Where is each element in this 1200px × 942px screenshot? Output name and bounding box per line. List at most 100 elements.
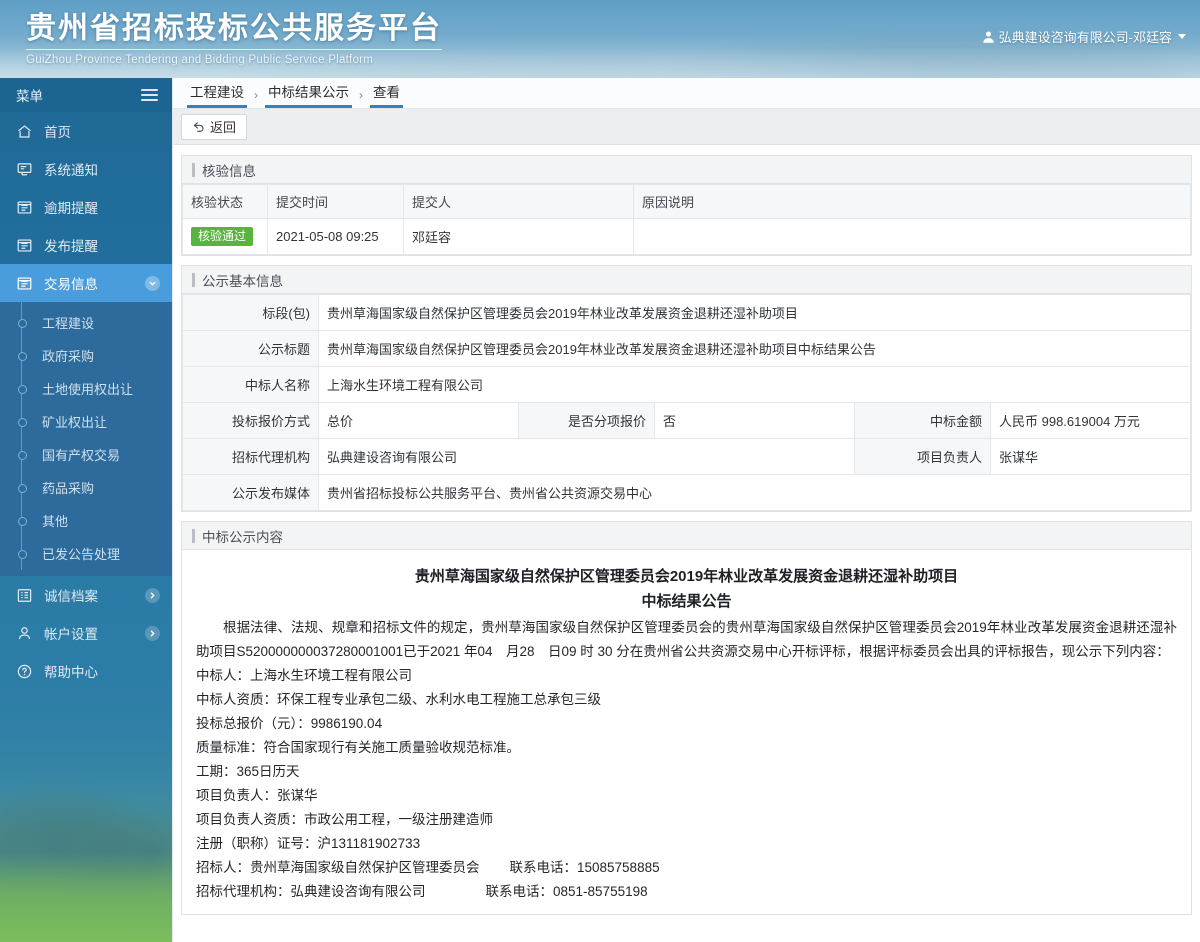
label-winner: 中标人名称 — [182, 366, 319, 403]
title-divider — [26, 49, 442, 50]
announcement-panel: 中标公示内容 贵州草海国家级自然保护区管理委员会2019年林业改革发展资金退耕还… — [181, 521, 1192, 915]
list-box-icon — [16, 199, 33, 216]
sidebar-scenery-photo — [0, 680, 172, 942]
chevron-down-icon[interactable] — [145, 275, 160, 291]
value-winner: 上海水生环境工程有限公司 — [318, 366, 1191, 403]
sidebar-subitem-label: 矿业权出让 — [42, 415, 108, 430]
site-title-en: GuiZhou Province Tendering and Bidding P… — [26, 54, 374, 66]
sidebar-item-system-notice[interactable]: 系统通知 — [0, 150, 172, 188]
sidebar-item-label: 交易信息 — [44, 277, 98, 292]
panel-accent-bar — [192, 528, 195, 543]
value-media: 贵州省招标投标公共服务平台、贵州省公共资源交易中心 — [318, 474, 1191, 511]
sidebar-item-overdue-reminder[interactable]: 逾期提醒 — [0, 188, 172, 226]
cell-submitter: 邓廷容 — [403, 218, 634, 255]
announcement-line: 工期：365日历天 — [196, 764, 300, 779]
sidebar-item-label: 诚信档案 — [44, 589, 98, 604]
sidebar-item-label: 帮助中心 — [44, 665, 98, 680]
sidebar-subitem-drug-procurement[interactable]: 药品采购 — [0, 471, 172, 504]
sidebar-item-publish-reminder[interactable]: 发布提醒 — [0, 226, 172, 264]
sidebar-subitem-land-use-rights[interactable]: 土地使用权出让 — [0, 372, 172, 405]
site-title-cn: 贵州省招标投标公共服务平台 — [26, 12, 442, 45]
verification-table: 核验状态 提交时间 提交人 原因说明 核验通过 2021-05-08 09:25… — [182, 184, 1191, 255]
content-area: 核验信息 核验状态 提交时间 提交人 原因说明 核验通过 2021-05-08 … — [173, 145, 1200, 942]
announcement-line: 招标人：贵州草海国家级自然保护区管理委员会 联系电话：15085758885 — [196, 860, 660, 875]
announcement-line: 招标代理机构：弘典建设咨询有限公司 联系电话：0851-85755198 — [196, 884, 648, 899]
table-row: 标段(包) 贵州草海国家级自然保护区管理委员会2019年林业改革发展资金退耕还湿… — [182, 294, 1191, 331]
label-itemized: 是否分项报价 — [518, 402, 655, 439]
user-name: 弘典建设咨询有限公司-邓廷容 — [998, 30, 1172, 45]
table-header-row: 核验状态 提交时间 提交人 原因说明 — [182, 184, 1191, 219]
announcement-paragraph: 根据法律、法规、规章和招标文件的规定，贵州草海国家级自然保护区管理委员会的贵州草… — [196, 620, 1177, 659]
sidebar-subitem-label: 已发公告处理 — [42, 547, 121, 562]
status-badge: 核验通过 — [191, 227, 254, 246]
basic-info-panel-header: 公示基本信息 — [182, 266, 1191, 294]
table-row: 公示标题 贵州草海国家级自然保护区管理委员会2019年林业改革发展资金退耕还湿补… — [182, 330, 1191, 367]
sidebar-subitem-label: 工程建设 — [42, 316, 95, 331]
sidebar-header: 菜单 — [0, 78, 172, 112]
announcement-title: 贵州草海国家级自然保护区管理委员会2019年林业改革发展资金退耕还湿补助项目 — [414, 568, 959, 585]
verification-panel-header: 核验信息 — [182, 156, 1191, 184]
user-menu[interactable]: 弘典建设咨询有限公司-邓廷容 — [982, 27, 1186, 46]
value-itemized: 否 — [654, 402, 855, 439]
sidebar-subitem-state-property[interactable]: 国有产权交易 — [0, 438, 172, 471]
sidebar-item-label: 首页 — [44, 125, 71, 140]
label-notice-title: 公示标题 — [182, 330, 319, 367]
sidebar-item-account-settings[interactable]: 帐户设置 — [0, 614, 172, 652]
monitor-icon — [16, 161, 33, 178]
sidebar-subitem-gov-procurement[interactable]: 政府采购 — [0, 339, 172, 372]
sidebar-subitem-published-notices[interactable]: 已发公告处理 — [0, 537, 172, 570]
label-amount: 中标金额 — [854, 402, 991, 439]
breadcrumb-item-view[interactable]: 查看 — [370, 84, 403, 108]
sidebar-item-help-center[interactable]: 帮助中心 — [0, 652, 172, 690]
breadcrumb-separator: › — [359, 88, 363, 102]
column-header-submit-time: 提交时间 — [267, 184, 404, 219]
hamburger-icon[interactable] — [141, 86, 158, 104]
label-section: 标段(包) — [182, 294, 319, 331]
toolbar: 返回 — [173, 109, 1200, 145]
sidebar-item-transaction-info[interactable]: 交易信息 — [0, 264, 172, 302]
announcement-subtitle: 中标结果公告 — [641, 593, 732, 610]
user-icon — [982, 30, 995, 44]
user-icon — [16, 625, 33, 642]
column-header-reason: 原因说明 — [633, 184, 1191, 219]
verification-panel: 核验信息 核验状态 提交时间 提交人 原因说明 核验通过 2021-05-08 … — [181, 155, 1192, 256]
announcement-line: 投标总报价（元）：9986190.04 — [196, 716, 383, 731]
table-row: 公示发布媒体 贵州省招标投标公共服务平台、贵州省公共资源交易中心 — [182, 474, 1191, 511]
sidebar: 菜单 首页 系统通知 逾期提醒 发布提醒 交易信息 工程建设 政府采购 土地使用… — [0, 78, 172, 942]
sidebar-subitem-other[interactable]: 其他 — [0, 504, 172, 537]
sidebar-item-label: 系统通知 — [44, 163, 98, 178]
home-icon — [16, 123, 33, 140]
panel-accent-bar — [192, 272, 195, 287]
cell-submit-time: 2021-05-08 09:25 — [267, 218, 404, 255]
back-button[interactable]: 返回 — [181, 113, 248, 140]
sidebar-subitem-label: 国有产权交易 — [42, 448, 121, 463]
sidebar-item-home[interactable]: 首页 — [0, 112, 172, 150]
sidebar-subitem-label: 药品采购 — [42, 481, 95, 496]
label-media: 公示发布媒体 — [182, 474, 319, 511]
sidebar-subitem-engineering[interactable]: 工程建设 — [0, 306, 172, 339]
announcement-line: 中标人资质：环保工程专业承包二级、水利水电工程施工总承包三级 — [196, 692, 601, 707]
panel-title: 中标公示内容 — [202, 529, 283, 545]
archive-icon — [16, 587, 33, 604]
chevron-right-icon[interactable] — [145, 625, 160, 641]
chevron-right-icon[interactable] — [145, 587, 160, 603]
cell-reason — [633, 218, 1191, 255]
sidebar-item-credit-archive[interactable]: 诚信档案 — [0, 576, 172, 614]
sidebar-nav: 首页 系统通知 逾期提醒 发布提醒 交易信息 工程建设 政府采购 土地使用权出让… — [0, 112, 172, 690]
breadcrumb-item-bid-result-notice[interactable]: 中标结果公示 — [265, 84, 352, 108]
sidebar-item-label: 发布提醒 — [44, 239, 98, 254]
back-button-label: 返回 — [210, 120, 237, 135]
site-header: 贵州省招标投标公共服务平台 GuiZhou Province Tendering… — [0, 0, 1200, 78]
main-content: 工程建设 › 中标结果公示 › 查看 返回 核验信息 核验状态 提交时间 提交人… — [172, 78, 1200, 942]
value-agency: 弘典建设咨询有限公司 — [318, 438, 855, 475]
announcement-line: 项目负责人资质：市政公用工程，一级注册建造师 — [196, 812, 493, 827]
sidebar-subitem-mining-rights[interactable]: 矿业权出让 — [0, 405, 172, 438]
breadcrumb-separator: › — [254, 88, 258, 102]
cell-status: 核验通过 — [182, 218, 268, 255]
breadcrumb-item-engineering[interactable]: 工程建设 — [187, 84, 247, 108]
basic-info-panel: 公示基本信息 标段(包) 贵州草海国家级自然保护区管理委员会2019年林业改革发… — [181, 265, 1192, 512]
panel-title: 公示基本信息 — [202, 273, 283, 289]
site-branding: 贵州省招标投标公共服务平台 GuiZhou Province Tendering… — [26, 10, 442, 67]
table-row: 招标代理机构 弘典建设咨询有限公司 项目负责人 张谋华 — [182, 438, 1191, 475]
back-arrow-icon — [192, 120, 206, 134]
